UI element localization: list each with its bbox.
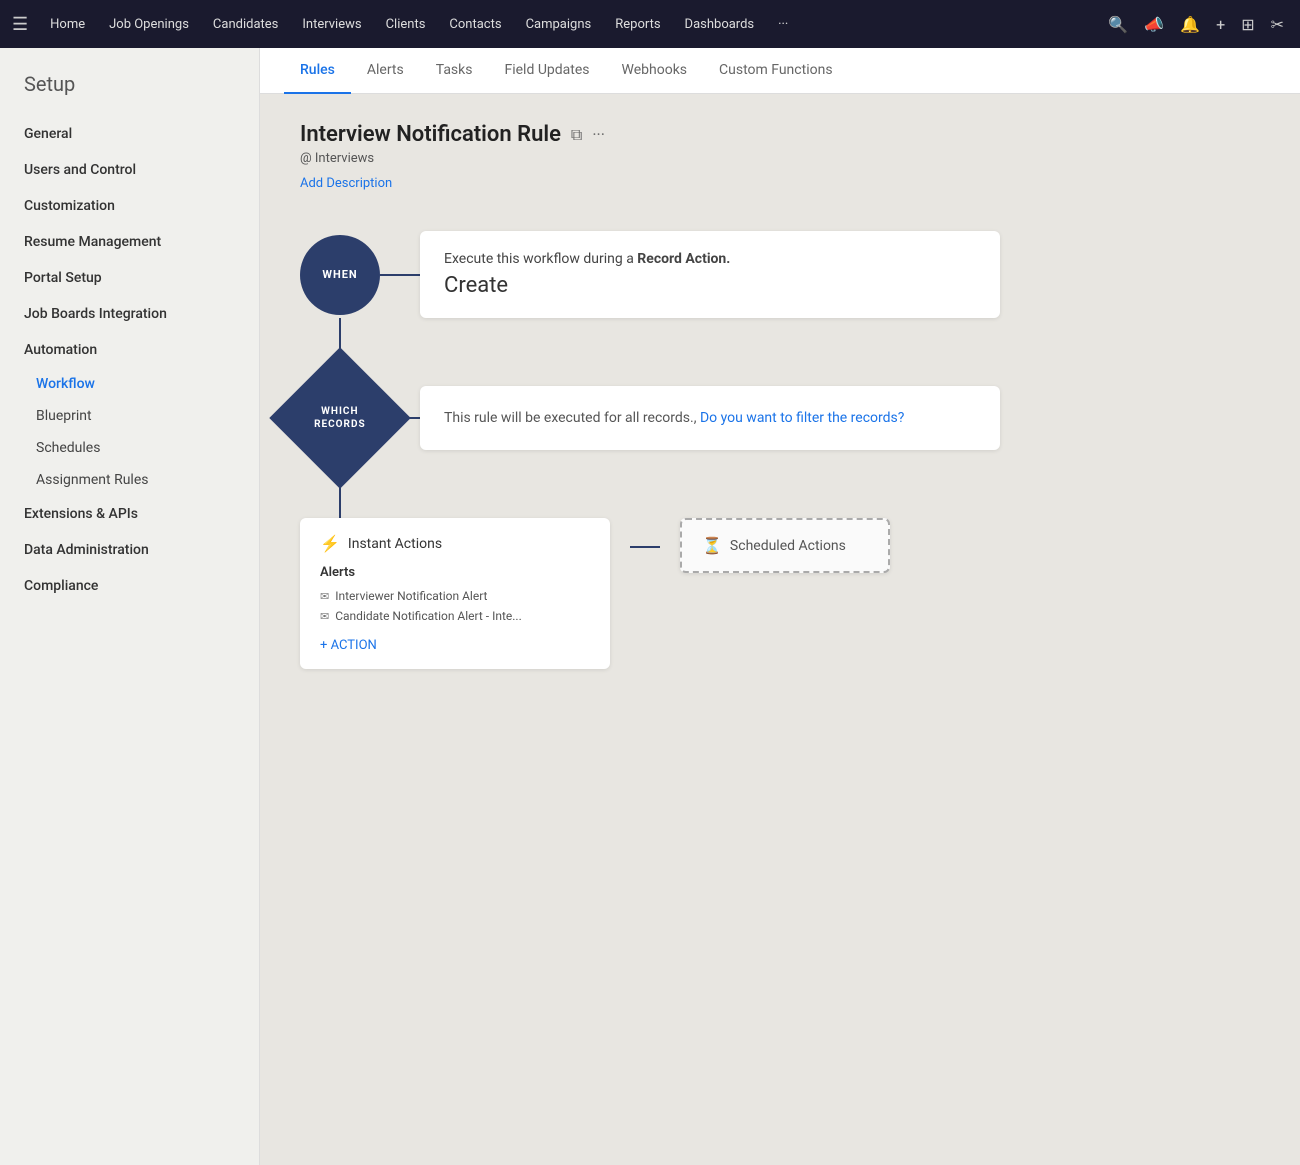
sidebar-item-compliance[interactable]: Compliance — [0, 568, 259, 604]
search-icon[interactable]: 🔍 — [1104, 11, 1132, 38]
add-action-button[interactable]: + ACTION — [320, 638, 590, 653]
mail-icon-2: ✉ — [320, 610, 329, 623]
scheduled-actions-header: ⏳ Scheduled Actions — [702, 536, 868, 555]
sidebar-item-customization[interactable]: Customization — [0, 188, 259, 224]
mail-icon-1: ✉ — [320, 590, 329, 603]
when-text-bold: Record Action. — [637, 251, 730, 267]
which-records-node: WHICH RECORDS — [269, 347, 410, 488]
when-label: WHEN — [322, 268, 357, 281]
topnav: ☰ Home Job Openings Candidates Interview… — [0, 0, 1300, 48]
sidebar-item-users-and-control[interactable]: Users and Control — [0, 152, 259, 188]
scheduled-actions-icon: ⏳ — [702, 536, 722, 555]
plus-icon[interactable]: + — [1212, 11, 1229, 38]
settings-icon[interactable]: ✂ — [1267, 11, 1288, 38]
when-text-prefix: Execute this workflow during a — [444, 251, 637, 267]
when-card-value: Create — [444, 273, 976, 298]
scheduled-actions-card[interactable]: ⏳ Scheduled Actions — [680, 518, 890, 573]
nav-campaigns[interactable]: Campaigns — [516, 11, 602, 38]
bell-icon[interactable]: 🔔 — [1176, 11, 1204, 38]
rule-module: @ Interviews — [300, 151, 1260, 166]
rule-title-row: Interview Notification Rule ⧉ ··· — [300, 122, 1260, 147]
more-options-icon[interactable]: ··· — [592, 125, 605, 144]
copy-icon[interactable]: ⧉ — [571, 125, 582, 145]
sidebar-item-general[interactable]: General — [0, 116, 259, 152]
megaphone-icon[interactable]: 📣 — [1140, 11, 1168, 38]
rule-header: Interview Notification Rule ⧉ ··· @ Inte… — [260, 94, 1300, 211]
workflow-content: Interview Notification Rule ⧉ ··· @ Inte… — [260, 94, 1300, 1165]
nav-clients[interactable]: Clients — [376, 11, 436, 38]
diagram-area: WHEN Execute this workflow during a Reco… — [260, 211, 1300, 709]
nav-more[interactable]: ··· — [768, 11, 798, 38]
sidebar-item-schedules[interactable]: Schedules — [0, 432, 259, 464]
sidebar-item-job-boards[interactable]: Job Boards Integration — [0, 296, 259, 332]
alert-item-1: ✉ Interviewer Notification Alert — [320, 586, 590, 606]
alert-item-2: ✉ Candidate Notification Alert - Inte... — [320, 606, 590, 626]
rule-title: Interview Notification Rule — [300, 122, 561, 147]
sidebar: Setup General Users and Control Customiz… — [0, 48, 260, 1165]
nav-job-openings[interactable]: Job Openings — [99, 11, 199, 38]
sidebar-item-assignment-rules[interactable]: Assignment Rules — [0, 464, 259, 496]
add-description-link[interactable]: Add Description — [300, 176, 392, 191]
main-content: Rules Alerts Tasks Field Updates Webhook… — [260, 48, 1300, 1165]
sidebar-item-resume-management[interactable]: Resume Management — [0, 224, 259, 260]
alerts-label: Alerts — [320, 565, 590, 580]
actions-h-connector — [630, 546, 660, 548]
sidebar-item-automation[interactable]: Automation — [0, 332, 259, 368]
tab-tasks[interactable]: Tasks — [420, 48, 489, 94]
hamburger-icon[interactable]: ☰ — [12, 14, 28, 35]
sidebar-item-workflow[interactable]: Workflow — [0, 368, 259, 400]
tab-webhooks[interactable]: Webhooks — [606, 48, 704, 94]
which-records-label: WHICH RECORDS — [314, 405, 366, 431]
when-connector-h — [380, 274, 420, 276]
tab-rules[interactable]: Rules — [284, 48, 351, 94]
tab-field-updates[interactable]: Field Updates — [488, 48, 605, 94]
nav-contacts[interactable]: Contacts — [439, 11, 511, 38]
filter-records-link[interactable]: Do you want to filter the records? — [700, 410, 904, 426]
which-card[interactable]: This rule will be executed for all recor… — [420, 386, 1000, 450]
instant-actions-header: ⚡ Instant Actions — [320, 534, 590, 553]
grid-icon[interactable]: ⊞ — [1237, 11, 1258, 38]
scheduled-actions-label: Scheduled Actions — [730, 538, 846, 554]
tab-bar: Rules Alerts Tasks Field Updates Webhook… — [260, 48, 1300, 94]
when-row: WHEN Execute this workflow during a Reco… — [300, 231, 1260, 318]
nav-home[interactable]: Home — [40, 11, 95, 38]
sidebar-item-portal-setup[interactable]: Portal Setup — [0, 260, 259, 296]
sidebar-item-extensions[interactable]: Extensions & APIs — [0, 496, 259, 532]
alert-label-1: Interviewer Notification Alert — [335, 589, 487, 603]
instant-actions-icon: ⚡ — [320, 534, 340, 553]
which-row: WHICH RECORDS This rule will be executed… — [300, 368, 1260, 468]
which-text: This rule will be executed for all recor… — [444, 410, 696, 426]
instant-actions-label: Instant Actions — [348, 536, 442, 552]
nav-interviews[interactable]: Interviews — [292, 11, 371, 38]
actions-row: ⚡ Instant Actions Alerts ✉ Interviewer N… — [300, 518, 1260, 669]
nav-reports[interactable]: Reports — [605, 11, 670, 38]
alert-label-2: Candidate Notification Alert - Inte... — [335, 609, 522, 623]
instant-actions-card: ⚡ Instant Actions Alerts ✉ Interviewer N… — [300, 518, 610, 669]
when-node: WHEN — [300, 235, 380, 315]
tab-alerts[interactable]: Alerts — [351, 48, 420, 94]
nav-candidates[interactable]: Candidates — [203, 11, 288, 38]
layout: Setup General Users and Control Customiz… — [0, 48, 1300, 1165]
which-card-text: This rule will be executed for all recor… — [444, 410, 976, 426]
sidebar-title: Setup — [0, 72, 259, 116]
when-card[interactable]: Execute this workflow during a Record Ac… — [420, 231, 1000, 318]
topnav-icons: 🔍 📣 🔔 + ⊞ ✂ — [1104, 11, 1288, 38]
when-card-text: Execute this workflow during a Record Ac… — [444, 251, 976, 267]
tab-custom-functions[interactable]: Custom Functions — [703, 48, 849, 94]
sidebar-item-blueprint[interactable]: Blueprint — [0, 400, 259, 432]
sidebar-item-data-admin[interactable]: Data Administration — [0, 532, 259, 568]
nav-dashboards[interactable]: Dashboards — [675, 11, 765, 38]
